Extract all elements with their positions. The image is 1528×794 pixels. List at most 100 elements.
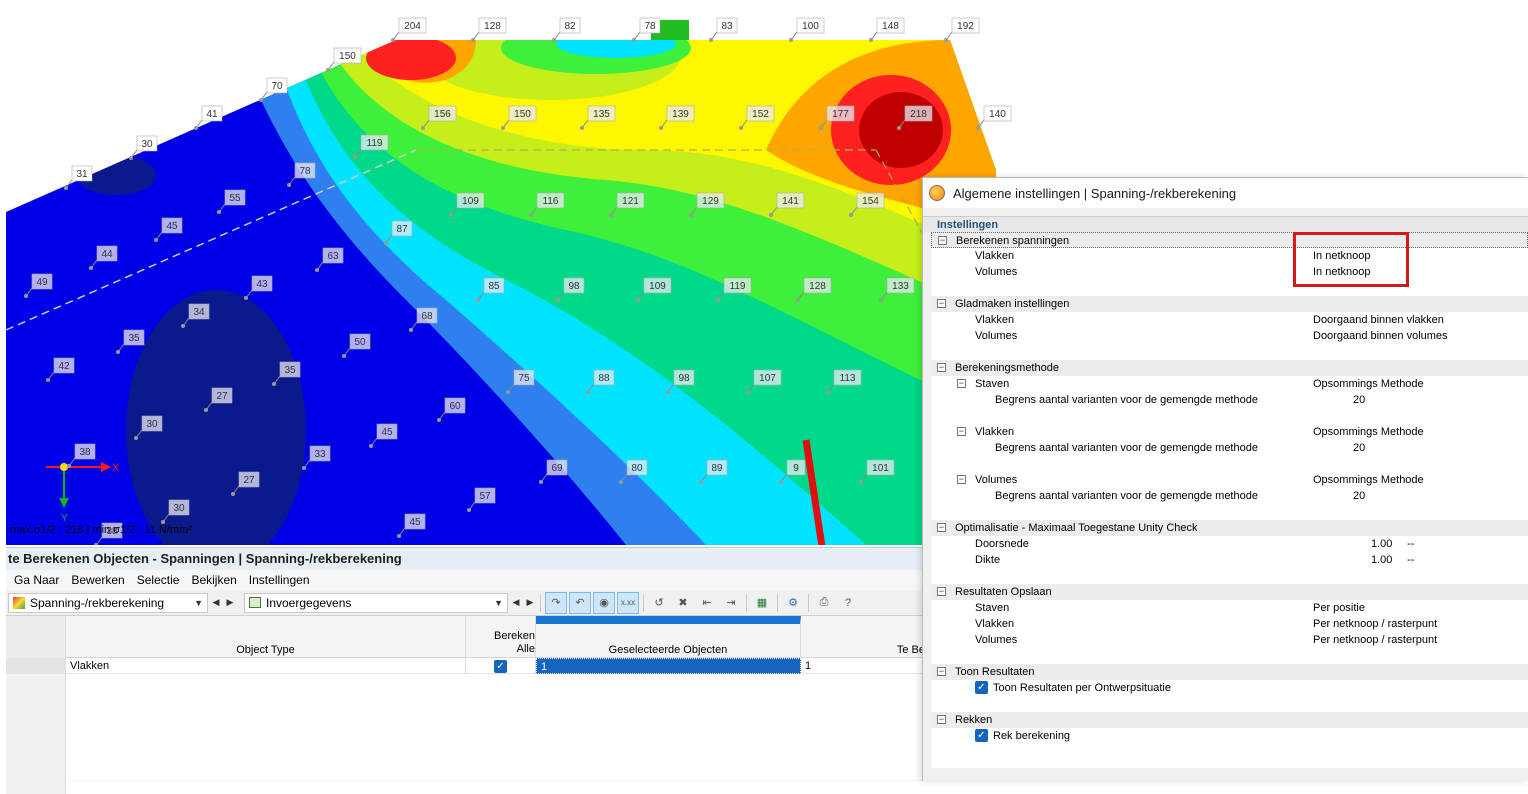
row-spanningen-volumes[interactable]: Volumes In netknoop [931,264,1528,280]
collapse-icon[interactable]: − [937,715,946,724]
row-opslaan-vlakken[interactable]: Vlakken Per netknoop / rasterpunt [931,616,1528,632]
value-label-text: 100 [802,21,819,32]
menu-instellingen[interactable]: Instellingen [245,573,318,587]
group-gladmaken[interactable]: − Gladmaken instellingen [931,296,1528,312]
cell-geselecteerde[interactable]: 1 [536,658,801,674]
value-label: 148 [869,17,905,42]
value-label-text: 218 [910,109,927,120]
value-label-text: 152 [752,109,769,120]
input-data-combo[interactable]: Invoergegevens ▼ [244,592,508,613]
excel-export-icon[interactable]: ▦ [751,592,773,614]
value-label-text: 45 [409,517,421,528]
collapse-icon[interactable]: − [957,379,966,388]
row-methode-staven[interactable]: − Staven Opsommings Methode [931,376,1528,392]
move-left-icon[interactable]: ⇤ [696,592,718,614]
row-opslaan-volumes[interactable]: Volumes Per netknoop / rasterpunt [931,632,1528,648]
row-toon-per-ontwerp[interactable]: ✓ Toon Resultaten per Ontwerpsituatie [931,680,1528,696]
delete-row-icon[interactable]: ✖ [672,592,694,614]
group-berekenen-spanningen[interactable]: − Berekenen spanningen [931,232,1528,248]
group-resultaten-opslaan[interactable]: − Resultaten Opslaan [931,584,1528,600]
next-arrow-icon[interactable]: ▶ [224,597,236,608]
menu-ga-naar[interactable]: Ga Naar [10,573,67,587]
collapse-icon[interactable]: − [937,523,946,532]
value-label-text: 27 [216,391,228,402]
value-label-text: 31 [76,169,88,180]
help-icon[interactable]: ? [837,592,859,614]
group-berekeningsmethode[interactable]: − Berekeningsmethode [931,360,1528,376]
chevron-down-icon: ▼ [194,597,203,608]
menu-bewerken[interactable]: Bewerken [67,573,132,587]
row-header-corner [6,616,66,658]
checkbox-checked-icon[interactable]: ✓ [975,681,988,694]
table-row[interactable]: Vlakken ✓ 1 1 [6,658,926,674]
global-settings-icon[interactable]: ⚙ [782,592,804,614]
undo-icon[interactable]: ↺ [648,592,670,614]
group-optimalisatie[interactable]: − Optimalisatie - Maximaal Toegestane Un… [931,520,1528,536]
number-format-icon[interactable]: x.xx [617,591,639,614]
move-right-icon[interactable]: ⇥ [720,592,742,614]
next-arrow-icon[interactable]: ▶ [524,597,536,608]
row-doorsnede[interactable]: Doorsnede 1.00 -- [931,536,1528,552]
row-staven-begrens[interactable]: Begrens aantal varianten voor de gemengd… [931,392,1528,408]
row-methode-volumes[interactable]: − Volumes Opsommings Methode [931,472,1528,488]
col-bereken-alle-line1: Bereken [494,630,535,642]
value-label-text: 135 [593,109,610,120]
settings-tree: − Berekenen spanningen Vlakken In netkno… [931,232,1528,768]
checkbox-checked-icon[interactable]: ✓ [494,659,507,673]
value-label-text: 41 [206,109,218,120]
value-label-text: 68 [421,311,433,322]
prev-arrow-icon[interactable]: ◀ [210,597,222,608]
select-objects-icon[interactable]: ↷ [545,591,567,614]
module-combo[interactable]: Spanning-/rekberekening ▼ [8,592,208,613]
value-label-text: 116 [543,196,559,207]
input-data-combo-value: Invoergegevens [266,595,352,610]
collapse-icon[interactable]: − [938,236,947,245]
cell-bereken-alle[interactable]: ✓ [466,658,536,674]
print-icon[interactable]: ⎙ [813,592,835,614]
collapse-icon[interactable]: − [937,363,946,372]
value-label-text: 69 [551,463,563,474]
value-label: 82 [552,17,581,42]
row-methode-vlakken[interactable]: − Vlakken Opsommings Methode [931,424,1528,440]
deselect-objects-icon[interactable]: ↶ [569,591,591,614]
row-vlakken-begrens[interactable]: Begrens aantal varianten voor de gemengd… [931,440,1528,456]
value-label-text: 42 [58,361,70,372]
row-rek-berekening[interactable]: ✓ Rek berekening [931,728,1528,744]
collapse-icon[interactable]: − [957,475,966,484]
dialog-titlebar[interactable]: Algemene instellingen | Spanning-/rekber… [923,178,1528,208]
value-label-text: 80 [631,463,643,474]
collapse-icon[interactable]: − [937,587,946,596]
panel-toolbar: Spanning-/rekberekening ▼ ◀ ▶ Invoergege… [6,590,924,616]
group-rekken[interactable]: − Rekken [931,712,1528,728]
general-settings-dialog: Algemene instellingen | Spanning-/rekber… [922,177,1528,781]
menu-bekijken[interactable]: Bekijken [187,573,244,587]
prev-arrow-icon[interactable]: ◀ [510,597,522,608]
app-icon [929,185,945,201]
value-label-text: 89 [711,463,723,474]
value-label-text: 30 [146,419,158,430]
value-label-text: 34 [193,307,205,318]
row-opslaan-staven[interactable]: Staven Per positie [931,600,1528,616]
row-gladmaken-vlakken[interactable]: Vlakken Doorgaand binnen vlakken [931,312,1528,328]
collapse-icon[interactable]: − [937,299,946,308]
menu-selectie[interactable]: Selectie [133,573,188,587]
group-toon-resultaten[interactable]: − Toon Resultaten [931,664,1528,680]
row-gladmaken-volumes[interactable]: Volumes Doorgaand binnen volumes [931,328,1528,344]
row-header[interactable] [6,658,66,674]
row-volumes-begrens[interactable]: Begrens aantal varianten voor de gemengd… [931,488,1528,504]
collapse-icon[interactable]: − [937,667,946,676]
row-dikte[interactable]: Dikte 1.00 -- [931,552,1528,568]
cell-te-berekenen[interactable]: 1 [801,658,926,674]
value-label-text: 133 [892,281,909,292]
checkbox-checked-icon[interactable]: ✓ [975,729,988,742]
panel-title: te Berekenen Objecten - Spanningen | Spa… [6,548,924,570]
value-label-text: 75 [518,373,530,384]
collapse-icon[interactable]: − [957,427,966,436]
value-label-text: 192 [957,21,974,32]
objects-to-calculate-panel: te Berekenen Objecten - Spanningen | Spa… [6,547,926,794]
red-highlight-box [1293,232,1409,287]
cell-object-type[interactable]: Vlakken [66,658,466,674]
section-instellingen: Instellingen [923,216,1528,232]
view-eye-icon[interactable]: ◉ [593,591,615,614]
row-spanningen-vlakken[interactable]: Vlakken In netknoop [931,248,1528,264]
